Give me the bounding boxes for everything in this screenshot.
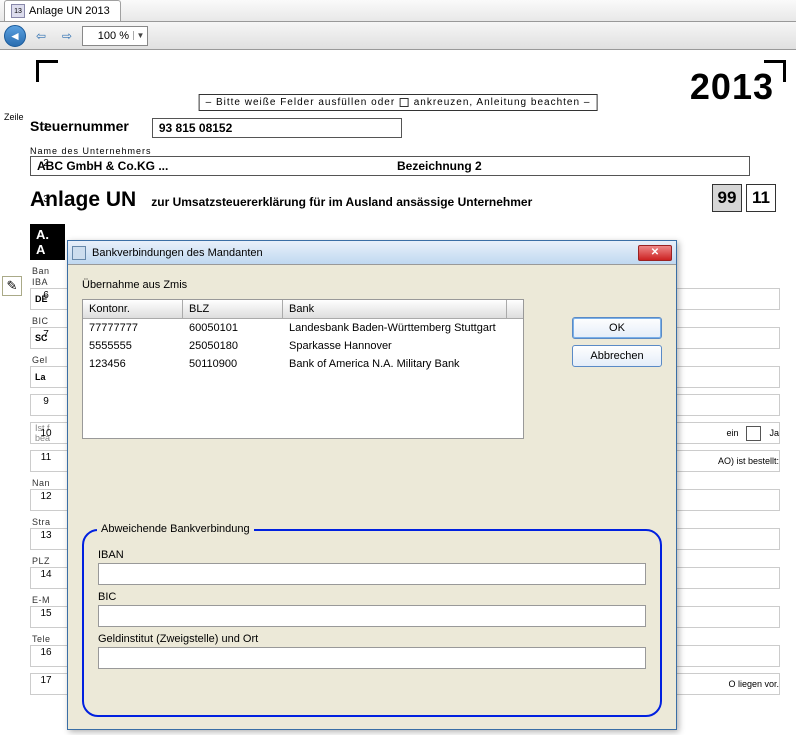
- table-row[interactable]: 5555555 25050180 Sparkasse Hannover: [83, 337, 523, 355]
- row-num: 14: [38, 569, 54, 580]
- modal-titlebar[interactable]: Bankverbindungen des Mandanten ✕: [68, 241, 676, 265]
- col-spacer: [507, 300, 523, 318]
- year: 2013: [690, 66, 774, 108]
- alt-bank-fieldset: Abweichende Bankverbindung IBAN BIC Geld…: [82, 529, 662, 717]
- row-num: 11: [38, 452, 54, 463]
- steuernummer-field[interactable]: 93 815 08152: [152, 118, 402, 138]
- row-num: 7: [38, 329, 54, 340]
- tab-title: Anlage UN 2013: [29, 5, 110, 17]
- edit-icon[interactable]: ✎: [2, 276, 22, 296]
- row-num: 10: [38, 428, 54, 439]
- document-tab[interactable]: 13 Anlage UN 2013: [4, 0, 121, 21]
- row-num: 12: [38, 491, 54, 502]
- close-icon[interactable]: ✕: [638, 245, 672, 261]
- row-num: 16: [38, 647, 54, 658]
- zoom-select[interactable]: ▼: [82, 26, 148, 46]
- modal-title-text: Bankverbindungen des Mandanten: [92, 247, 263, 259]
- row-num: 13: [38, 530, 54, 541]
- ok-button[interactable]: OK: [572, 317, 662, 339]
- row-num: 9: [38, 396, 54, 407]
- inst-label: Geldinstitut (Zweigstelle) und Ort: [98, 633, 646, 645]
- toolbar: ◄ ⇦ ⇨ ▼: [0, 22, 796, 50]
- table-row[interactable]: 77777777 60050101 Landesbank Baden-Württ…: [83, 319, 523, 337]
- zeile-header: Zeile: [4, 112, 24, 122]
- checkbox-ja[interactable]: [746, 426, 761, 441]
- grid-header: Kontonr. BLZ Bank: [83, 300, 523, 319]
- company-field[interactable]: ABC GmbH & Co.KG ... Bezeichnung 2: [30, 156, 750, 176]
- col-blz[interactable]: BLZ: [183, 300, 283, 318]
- tab-doc-icon: 13: [11, 4, 25, 18]
- row-num: 17: [38, 675, 54, 686]
- cancel-button[interactable]: Abbrechen: [572, 345, 662, 367]
- crop-corner-tl: [36, 60, 58, 82]
- row-num: 1: [38, 122, 54, 133]
- table-row[interactable]: 123456 50110900 Bank of America N.A. Mil…: [83, 355, 523, 373]
- bic-input[interactable]: [98, 605, 646, 627]
- row-num: 6: [38, 290, 54, 301]
- bank-modal: Bankverbindungen des Mandanten ✕ Übernah…: [67, 240, 677, 730]
- tab-bar: 13 Anlage UN 2013: [0, 0, 796, 22]
- hint-box: – Bitte weiße Felder ausfüllen oder ankr…: [199, 94, 598, 111]
- prev-icon[interactable]: ⇦: [30, 25, 52, 47]
- box-99: 99: [712, 184, 742, 212]
- bic-label: BIC: [98, 591, 646, 603]
- bank-grid[interactable]: Kontonr. BLZ Bank 77777777 60050101 Land…: [82, 299, 524, 439]
- chevron-down-icon[interactable]: ▼: [133, 31, 147, 40]
- fieldset-legend: Abweichende Bankverbindung: [97, 523, 254, 535]
- iban-label: IBAN: [98, 549, 646, 561]
- company-name-label: Name des Unternehmers: [30, 146, 780, 156]
- row-num: 15: [38, 608, 54, 619]
- checkbox-icon: [400, 98, 409, 107]
- anlage-subtitle: zur Umsatzsteuererklärung für im Ausland…: [151, 195, 532, 209]
- window-icon: [72, 246, 86, 260]
- row-num: 2: [38, 158, 54, 169]
- iban-input[interactable]: [98, 563, 646, 585]
- zoom-input[interactable]: [83, 30, 133, 42]
- modal-subtitle: Übernahme aus Zmis: [82, 279, 662, 291]
- inst-input[interactable]: [98, 647, 646, 669]
- box-11: 11: [746, 184, 776, 212]
- row-num: 3: [38, 194, 54, 205]
- row-num: 4: [38, 226, 54, 237]
- next-icon[interactable]: ⇨: [56, 25, 78, 47]
- back-circle-icon[interactable]: ◄: [4, 25, 26, 47]
- col-bank[interactable]: Bank: [283, 300, 507, 318]
- col-kontonr[interactable]: Kontonr.: [83, 300, 183, 318]
